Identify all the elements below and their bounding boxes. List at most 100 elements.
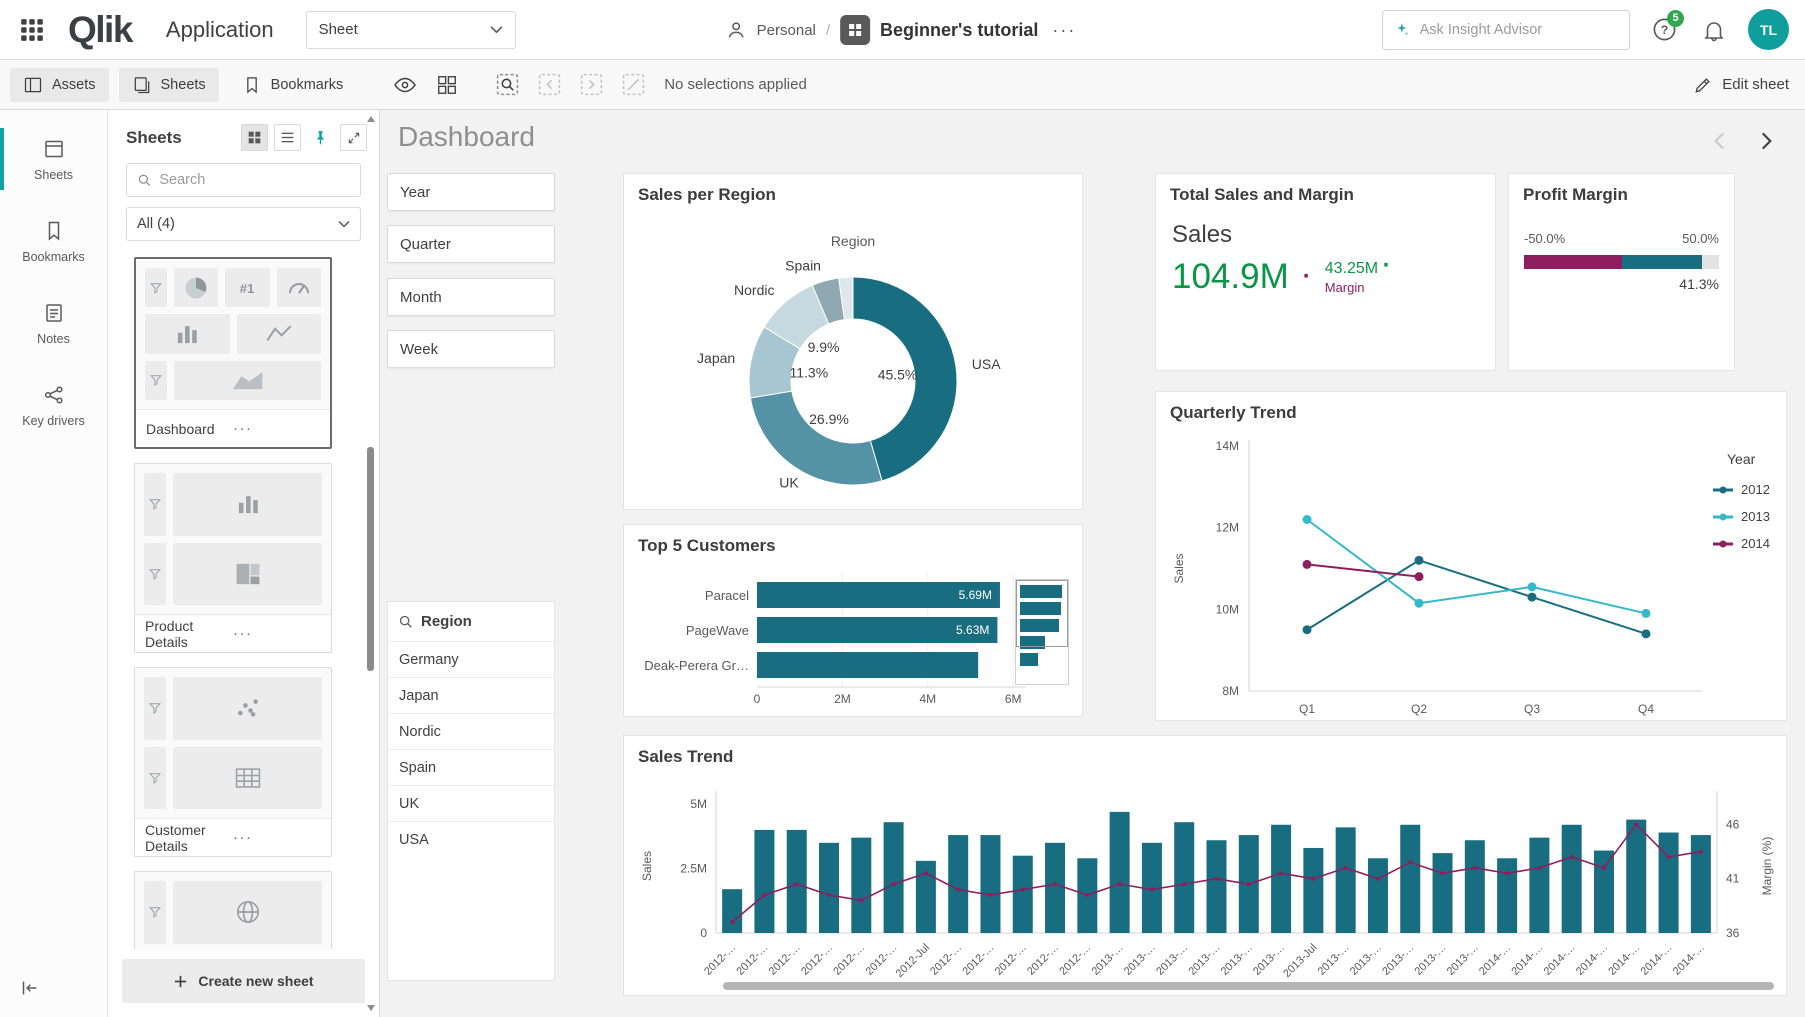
expand-panel-button[interactable]: [340, 124, 367, 151]
app-title[interactable]: Beginner's tutorial: [880, 20, 1038, 41]
line-icon: [237, 314, 322, 353]
sheet-thumbnail: [135, 464, 331, 614]
region-option[interactable]: Nordic: [388, 713, 554, 749]
previous-sheet-button[interactable]: [1707, 128, 1733, 154]
filter-icon: [144, 677, 166, 740]
sales-per-region-chart[interactable]: Sales per Region Region45.5%USA26.9%UK11…: [623, 173, 1083, 510]
step-forward-button[interactable]: [573, 67, 609, 103]
bookmarks-label: Bookmarks: [271, 77, 344, 93]
chart-title: Quarterly Trend: [1156, 392, 1786, 423]
chevron-down-icon: [490, 25, 503, 34]
next-sheet-button[interactable]: [1753, 128, 1779, 154]
sales-trend-chart[interactable]: Sales Trend 02.5M5M364146SalesMargin (%)…: [623, 735, 1787, 996]
svg-text:8M: 8M: [1222, 684, 1239, 698]
person-icon: [725, 19, 747, 41]
search-icon: [137, 172, 151, 188]
create-new-sheet-button[interactable]: Create new sheet: [122, 959, 365, 1003]
svg-text:2014: 2014: [1741, 536, 1770, 551]
gauge-min-label: -50.0%: [1524, 231, 1565, 246]
step-back-button[interactable]: [531, 67, 567, 103]
help-button[interactable]: ? 5: [1648, 14, 1680, 46]
sheet-card[interactable]: Customer Details···: [134, 667, 332, 857]
left-nav-bookmarks[interactable]: Bookmarks: [0, 206, 107, 276]
pin-panel-button[interactable]: [307, 124, 334, 151]
svg-text:2013-…: 2013-…: [1445, 942, 1481, 978]
svg-text:5.69M: 5.69M: [959, 588, 992, 602]
scroll-down-arrow[interactable]: [367, 1005, 375, 1011]
sheet-card[interactable]: Product Details···: [134, 463, 332, 653]
left-nav-notes[interactable]: Notes: [0, 288, 107, 358]
qlik-application-window: Qlik Application Sheet Personal / Beginn…: [0, 0, 1805, 1017]
svg-text:Q4: Q4: [1638, 702, 1654, 716]
svg-text:2012-…: 2012-…: [799, 942, 835, 978]
personal-space-label[interactable]: Personal: [757, 22, 816, 39]
sheets-search-input[interactable]: [159, 172, 350, 188]
smart-search-button[interactable]: [489, 67, 525, 103]
horizontal-scrollbar[interactable]: [723, 982, 1774, 990]
bar-chart-body[interactable]: 02M4M6MParacel5.69MPageWave5.63MDeak-Per…: [625, 561, 1081, 715]
sheet-more-menu-button[interactable]: ···: [233, 625, 321, 642]
chart-minimap-scrollbar[interactable]: [1015, 579, 1069, 685]
sheets-scrollbar[interactable]: [366, 116, 376, 1011]
sheet-selector-dropdown[interactable]: Sheet: [306, 11, 516, 49]
sheet-name: Dashboard: [146, 421, 233, 437]
line-chart-body[interactable]: 8M10M12M14MQ1Q2Q3Q4SalesYear201220132014: [1157, 428, 1785, 719]
chevron-down-icon: [338, 220, 350, 228]
total-sales-margin-kpi[interactable]: Total Sales and Margin Sales 104.9M · 43…: [1155, 173, 1496, 371]
edit-sheet-button[interactable]: Edit sheet: [1693, 75, 1789, 95]
app-more-menu-button[interactable]: ···: [1048, 20, 1080, 41]
user-avatar[interactable]: TL: [1748, 9, 1789, 50]
sheets-filter-dropdown[interactable]: All (4): [126, 207, 361, 241]
left-nav-key-drivers[interactable]: Key drivers: [0, 370, 107, 440]
left-nav-sheets[interactable]: Sheets: [0, 124, 107, 194]
left-nav-label: Sheets: [34, 168, 73, 182]
region-filter-header[interactable]: Region: [388, 602, 554, 641]
filter-year-button[interactable]: Year: [387, 173, 555, 211]
region-option[interactable]: UK: [388, 785, 554, 821]
bookmarks-button[interactable]: Bookmarks: [229, 68, 357, 102]
insight-advisor-input[interactable]: [1420, 22, 1619, 38]
sheets-panel: Sheets All (4): [108, 110, 380, 1017]
svg-text:Nordic: Nordic: [734, 282, 774, 298]
region-option[interactable]: Spain: [388, 749, 554, 785]
scrollbar-thumb[interactable]: [367, 447, 374, 671]
filter-month-button[interactable]: Month: [387, 278, 555, 316]
layout-options-button[interactable]: [429, 67, 465, 103]
quarterly-trend-chart[interactable]: Quarterly Trend 8M10M12M14MQ1Q2Q3Q4Sales…: [1155, 391, 1787, 721]
region-option[interactable]: Japan: [388, 677, 554, 713]
show-hide-charts-button[interactable]: [387, 67, 423, 103]
filter-icon: [145, 361, 167, 400]
sheets-button[interactable]: Sheets: [119, 68, 219, 102]
sheet-toolbar: Assets Sheets Bookmarks No select: [0, 60, 1805, 110]
filter-week-button[interactable]: Week: [387, 330, 555, 368]
sheet-card[interactable]: [134, 871, 332, 949]
svg-text:Region: Region: [831, 233, 875, 249]
app-launcher-button[interactable]: [12, 10, 52, 50]
sheets-label: Sheets: [161, 77, 206, 93]
grid-view-button[interactable]: [241, 124, 268, 151]
collapse-left-icon: [18, 977, 40, 999]
combo-chart-body[interactable]: 02.5M5M364146SalesMargin (%)2012-…2012-……: [625, 772, 1785, 994]
sheets-search[interactable]: [126, 163, 361, 197]
clear-selections-button[interactable]: [615, 67, 651, 103]
region-option[interactable]: Germany: [388, 641, 554, 677]
region-filterpane: Region Germany Japan Nordic Spain UK USA: [387, 601, 555, 981]
collapse-panel-button[interactable]: [0, 977, 40, 1017]
svg-text:Margin (%): Margin (%): [1760, 837, 1774, 896]
insight-advisor-search[interactable]: [1382, 10, 1630, 50]
assets-button[interactable]: Assets: [10, 68, 109, 102]
top5-customers-chart[interactable]: Top 5 Customers 02M4M6MParacel5.69MPageW…: [623, 524, 1083, 717]
filter-icon: [144, 543, 166, 606]
list-view-button[interactable]: [274, 124, 301, 151]
scroll-up-arrow[interactable]: [367, 116, 375, 122]
sheet-card[interactable]: #1Dashboard···: [134, 257, 332, 449]
region-option[interactable]: USA: [388, 821, 554, 857]
chart-title: Top 5 Customers: [624, 525, 1082, 556]
sheet-more-menu-button[interactable]: ···: [233, 829, 321, 846]
notifications-button[interactable]: [1698, 14, 1730, 46]
profit-margin-gauge[interactable]: Profit Margin -50.0%50.0%41.3%: [1508, 173, 1735, 371]
sheet-more-menu-button[interactable]: ···: [233, 420, 320, 437]
filter-quarter-button[interactable]: Quarter: [387, 225, 555, 263]
donut-chart-body[interactable]: Region45.5%USA26.9%UK11.3%Japan9.9%Nordi…: [625, 210, 1081, 508]
svg-text:2014-…: 2014-…: [1477, 942, 1513, 978]
